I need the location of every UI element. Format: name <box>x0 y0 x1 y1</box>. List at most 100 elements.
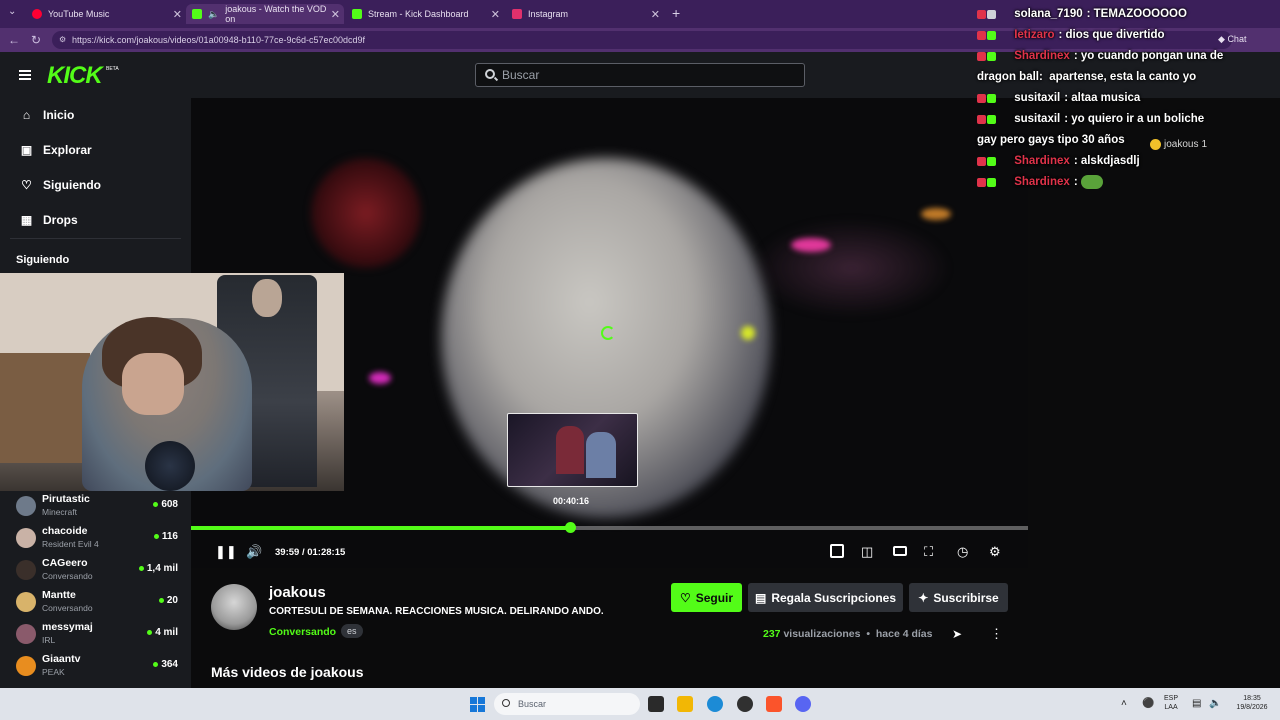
sidebar-item-drops[interactable]: ▦ Drops <box>20 213 78 227</box>
channel-info: joakous CORTESULI DE SEMANA. REACCIONES … <box>191 568 1028 688</box>
channel-name: Pirutastic <box>42 493 90 505</box>
chat-pinned-pill[interactable]: joakous 1 <box>1150 139 1207 150</box>
live-dot-icon <box>158 598 164 603</box>
obs-app-icon[interactable] <box>737 696 753 712</box>
menu-icon[interactable] <box>19 70 31 80</box>
viewer-count: 364 <box>153 659 178 670</box>
chat-text: alskdjasdlj <box>1080 155 1140 167</box>
following-channel[interactable]: Pirutastic Minecraft 608 <box>16 493 178 521</box>
subscribe-button[interactable]: ✦ Suscribirse <box>909 583 1008 612</box>
miniplayer-icon[interactable] <box>830 544 844 558</box>
sidebar-item-siguiendo[interactable]: ♡ Siguiendo <box>20 178 101 192</box>
settings-gear-icon[interactable]: ⚙ <box>989 544 1001 560</box>
terminal-app-icon[interactable] <box>648 696 664 712</box>
seek-bar[interactable] <box>191 522 1028 533</box>
chat-message: Shardinex: alskdjasdlj <box>977 151 1277 171</box>
follow-button-label: Seguir <box>695 590 734 605</box>
tray-chevron-icon[interactable]: ˄ <box>1121 698 1127 709</box>
tab-kick-vod[interactable]: 🔈 joakous - Watch the VOD on ✕ <box>186 4 344 24</box>
chat-button[interactable]: ◆ Chat <box>1218 34 1246 45</box>
tab-instagram[interactable]: Instagram ✕ <box>506 4 664 24</box>
following-channel[interactable]: CAGeero Conversando 1,4 mil <box>16 557 178 585</box>
pause-button[interactable]: ❚❚ <box>215 544 237 560</box>
search-placeholder: Buscar <box>502 68 540 82</box>
channel-category: Resident Evil 4 <box>42 539 99 549</box>
channel-category: Conversando <box>42 571 93 581</box>
network-icon[interactable]: ▤ <box>1192 698 1201 709</box>
speaker-icon[interactable]: 🔈 <box>1209 698 1221 709</box>
taskbar-search-input[interactable]: Buscar <box>494 693 640 715</box>
chat-text: dios que divertido <box>1065 29 1165 41</box>
more-options-icon[interactable]: ⋮ <box>990 626 1003 642</box>
discord-app-icon[interactable] <box>795 696 811 712</box>
search-icon <box>485 69 495 79</box>
follow-button[interactable]: ♡ Seguir <box>671 583 742 612</box>
fullscreen-icon[interactable]: ⛶ <box>924 544 933 560</box>
webcam-cutout-face <box>252 279 282 317</box>
language-code: ESP <box>1164 695 1179 702</box>
close-tab-icon[interactable]: ✕ <box>651 8 660 21</box>
chat-message: solana_7190: TEMAZOOOOOO <box>977 4 1277 24</box>
system-clock[interactable]: 18:35 19/8/2026 <box>1230 694 1274 712</box>
theater-mode-icon[interactable] <box>893 546 907 556</box>
star-icon: ✦ <box>918 590 929 605</box>
channel-name: chacoide <box>42 525 88 537</box>
chat-message: Shardinex: yo cuando pongan una de <box>977 46 1277 66</box>
site-info-icon[interactable]: ⚙ <box>59 35 66 44</box>
edge-browser-icon[interactable] <box>707 696 723 712</box>
following-channel[interactable]: messymaj IRL 4 mil <box>16 621 178 649</box>
input-language-indicator[interactable]: ESP LAA <box>1164 694 1178 712</box>
new-tab-button[interactable]: + <box>672 5 680 21</box>
following-channel[interactable]: chacoide Resident Evil 4 116 <box>16 525 178 553</box>
clip-icon[interactable]: ◫ <box>861 544 873 560</box>
close-tab-icon[interactable]: ✕ <box>331 8 340 21</box>
channel-name[interactable]: joakous <box>269 584 326 601</box>
video-frame-detail <box>751 218 951 318</box>
chat-username: Shardinex <box>1014 155 1070 167</box>
chat-badges-icon <box>977 172 1011 192</box>
chat-text: dragon ball: apartense, esta la canto yo <box>977 71 1197 83</box>
viewer-count-value: 20 <box>166 595 178 606</box>
windows-start-icon[interactable] <box>470 697 485 712</box>
stream-category-link[interactable]: Conversando <box>269 626 336 638</box>
viewer-count: 1,4 mil <box>138 563 178 574</box>
gift-icon: ▤ <box>754 590 767 605</box>
brave-browser-icon[interactable] <box>766 696 782 712</box>
following-channel[interactable]: Mantte Conversando 20 <box>16 589 178 617</box>
compass-icon: ▣ <box>20 143 33 157</box>
volume-icon[interactable]: 🔊 <box>246 544 262 560</box>
pill-count: 1 <box>1201 139 1208 150</box>
chat-text: gay pero gays tipo 30 años <box>977 134 1125 146</box>
close-tab-icon[interactable]: ✕ <box>173 8 182 21</box>
kick-logo[interactable]: KICK <box>47 62 103 90</box>
viewer-count-value: 116 <box>161 531 178 542</box>
channel-name: Mantte <box>42 589 76 601</box>
microphone-icon[interactable]: ⚫ <box>1142 698 1154 709</box>
sidebar-item-label: Siguiendo <box>43 178 101 192</box>
tab-label: joakous - Watch the VOD on <box>225 4 327 24</box>
share-icon[interactable]: ➤ <box>952 627 962 641</box>
sidebar-item-inicio[interactable]: ⌂ Inicio <box>20 108 74 122</box>
viewer-count-value: 608 <box>161 499 178 510</box>
channel-avatar[interactable] <box>211 584 257 630</box>
viewer-count-value: 4 mil <box>155 627 178 638</box>
playback-speed-icon[interactable]: ◷ <box>957 544 968 560</box>
tab-list-chevron-icon[interactable]: ⌄ <box>8 6 16 17</box>
back-icon[interactable]: ← <box>8 33 20 47</box>
channel-name: messymaj <box>42 621 93 633</box>
gift-subs-button[interactable]: ▤ Regala Suscripciones <box>748 583 903 612</box>
reload-icon[interactable]: ↻ <box>31 33 41 47</box>
tab-youtube-music[interactable]: YouTube Music ✕ <box>26 4 186 24</box>
drops-icon: ▦ <box>20 213 33 227</box>
search-input[interactable]: Buscar <box>475 63 805 87</box>
following-channel[interactable]: Giaantv PEAK 364 <box>16 653 178 681</box>
home-icon: ⌂ <box>22 108 31 122</box>
channel-category: Conversando <box>42 603 93 613</box>
file-explorer-icon[interactable] <box>677 696 693 712</box>
tab-kick-dashboard[interactable]: Stream - Kick Dashboard ✕ <box>346 4 504 24</box>
close-tab-icon[interactable]: ✕ <box>491 8 500 21</box>
viewer-count: 4 mil <box>147 627 178 638</box>
seek-bar-handle[interactable] <box>565 522 577 533</box>
sidebar-item-explorar[interactable]: ▣ Explorar <box>20 143 92 157</box>
chat-badges-icon <box>977 4 1011 24</box>
